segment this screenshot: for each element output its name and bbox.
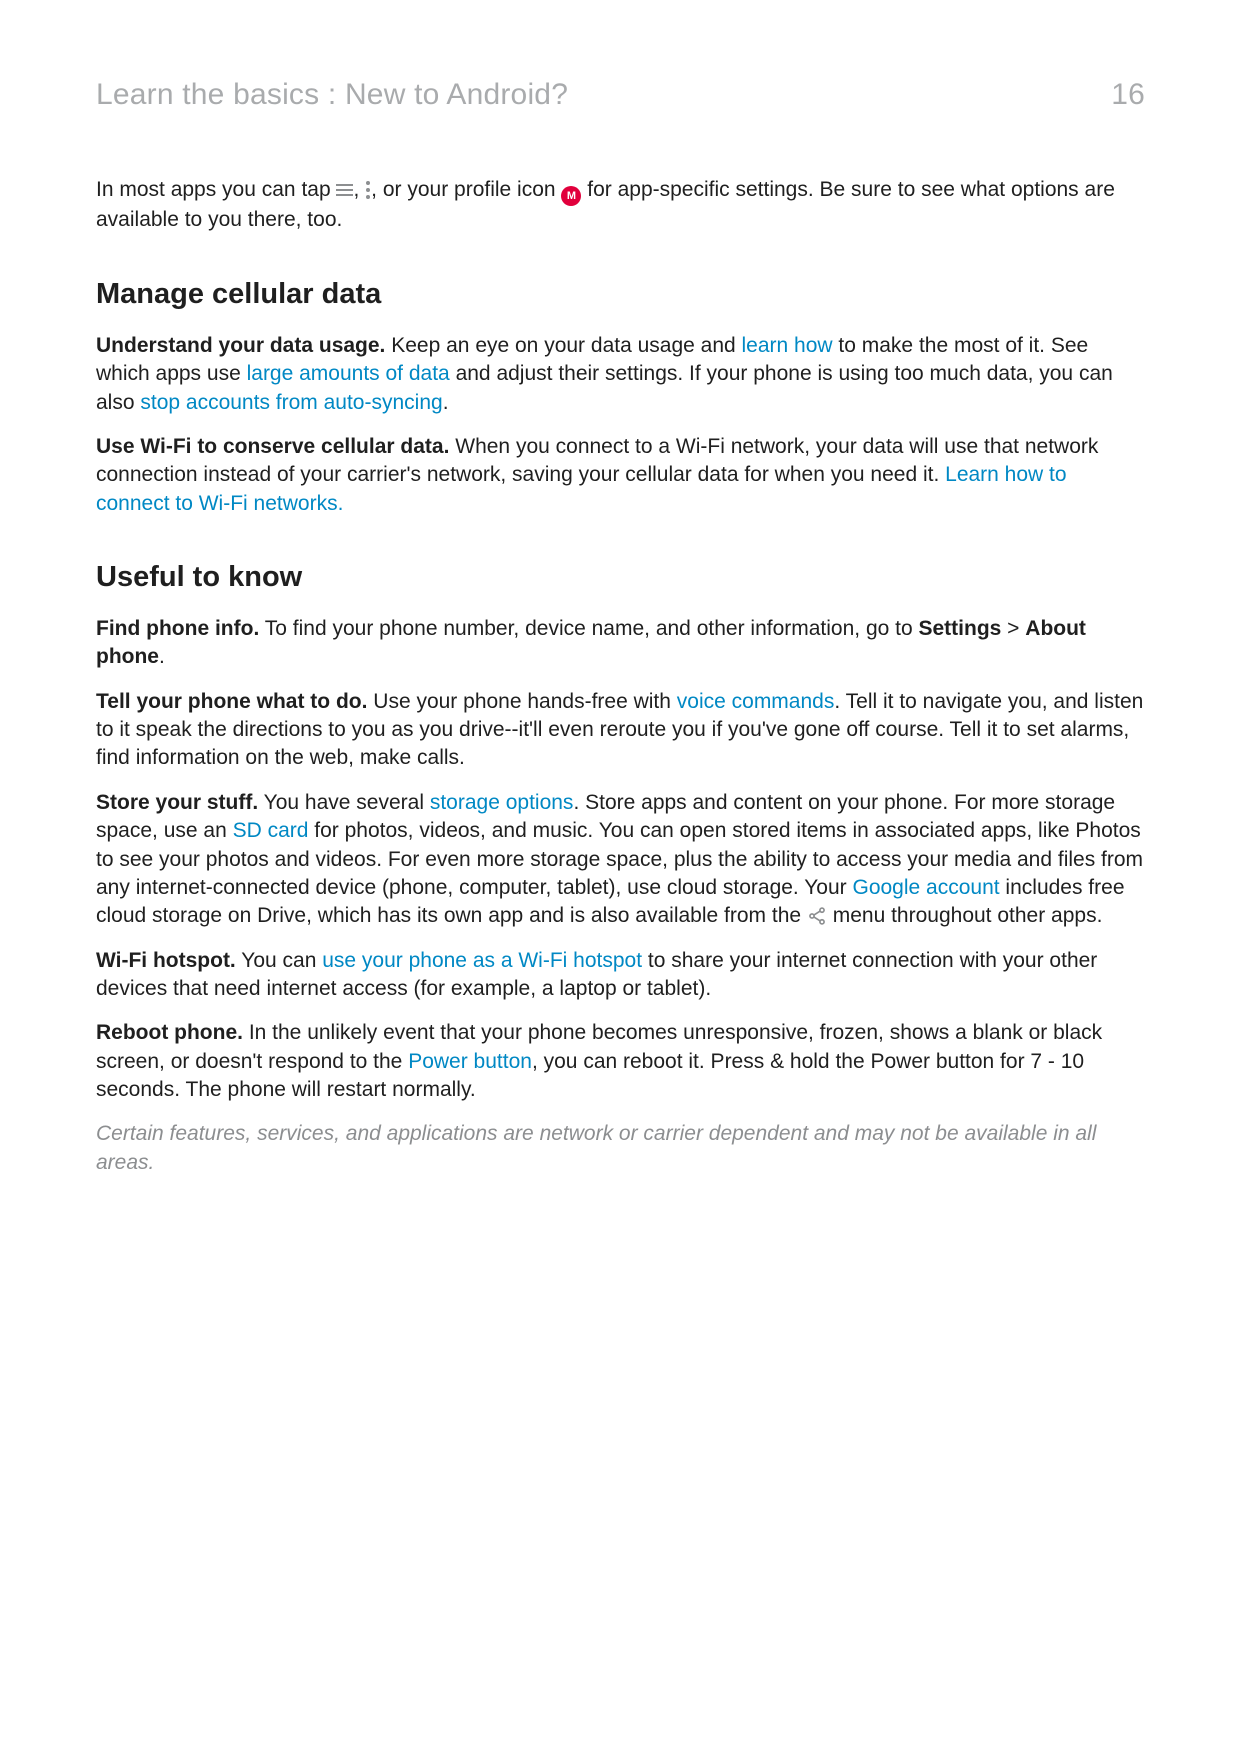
link-stop-auto-syncing[interactable]: stop accounts from auto-syncing bbox=[140, 391, 442, 414]
lead: Reboot phone. bbox=[96, 1021, 243, 1044]
text: To find your phone number, device name, … bbox=[259, 617, 918, 640]
paragraph-tell-your-phone: Tell your phone what to do. Use your pho… bbox=[96, 688, 1145, 773]
text: . bbox=[159, 645, 165, 668]
link-learn-how[interactable]: learn how bbox=[742, 334, 833, 357]
text: Keep an eye on your data usage and bbox=[385, 334, 741, 357]
link-storage-options[interactable]: storage options bbox=[430, 791, 574, 814]
header-title: Learn the basics : New to Android? bbox=[96, 78, 568, 112]
text: menu throughout other apps. bbox=[827, 904, 1103, 927]
page-number: 16 bbox=[1111, 78, 1145, 112]
lead: Understand your data usage. bbox=[96, 334, 385, 357]
intro-paragraph: In most apps you can tap , , or your pro… bbox=[96, 176, 1145, 235]
link-voice-commands[interactable]: voice commands bbox=[677, 690, 835, 713]
text: Use your phone hands-free with bbox=[367, 690, 676, 713]
lead: Tell your phone what to do. bbox=[96, 690, 367, 713]
heading-useful-to-know: Useful to know bbox=[96, 558, 1145, 597]
paragraph-wifi-hotspot: Wi-Fi hotspot. You can use your phone as… bbox=[96, 947, 1145, 1004]
paragraph-understand-data-usage: Understand your data usage. Keep an eye … bbox=[96, 332, 1145, 417]
ui-label-settings: Settings bbox=[919, 617, 1002, 640]
more-icon bbox=[365, 181, 371, 199]
link-large-amounts-of-data[interactable]: large amounts of data bbox=[247, 362, 450, 385]
page-header: Learn the basics : New to Android? 16 bbox=[96, 78, 1145, 112]
share-icon bbox=[807, 906, 827, 926]
paragraph-store-your-stuff: Store your stuff. You have several stora… bbox=[96, 789, 1145, 931]
lead: Use Wi-Fi to conserve cellular data. bbox=[96, 435, 449, 458]
page-body: Learn the basics : New to Android? 16 In… bbox=[0, 0, 1241, 1177]
paragraph-use-wifi: Use Wi-Fi to conserve cellular data. Whe… bbox=[96, 433, 1145, 518]
lead: Find phone info. bbox=[96, 617, 259, 640]
text: In most apps you can tap bbox=[96, 178, 336, 201]
lead: Store your stuff. bbox=[96, 791, 258, 814]
text: . bbox=[443, 391, 449, 414]
heading-manage-cellular-data: Manage cellular data bbox=[96, 275, 1145, 314]
link-use-phone-as-hotspot[interactable]: use your phone as a Wi-Fi hotspot bbox=[322, 949, 642, 972]
link-power-button[interactable]: Power button bbox=[408, 1050, 532, 1073]
text: , bbox=[353, 178, 365, 201]
paragraph-find-phone-info: Find phone info. To find your phone numb… bbox=[96, 615, 1145, 672]
disclaimer-note: Certain features, services, and applicat… bbox=[96, 1120, 1145, 1177]
text: You have several bbox=[258, 791, 430, 814]
paragraph-reboot-phone: Reboot phone. In the unlikely event that… bbox=[96, 1019, 1145, 1104]
text: > bbox=[1001, 617, 1025, 640]
profile-icon: M bbox=[561, 186, 581, 206]
menu-icon bbox=[336, 183, 353, 197]
link-sd-card[interactable]: SD card bbox=[233, 819, 309, 842]
text: , or your profile icon bbox=[371, 178, 561, 201]
link-google-account[interactable]: Google account bbox=[852, 876, 999, 899]
text: You can bbox=[236, 949, 322, 972]
lead: Wi-Fi hotspot. bbox=[96, 949, 236, 972]
body-text: In most apps you can tap , , or your pro… bbox=[96, 176, 1145, 1177]
